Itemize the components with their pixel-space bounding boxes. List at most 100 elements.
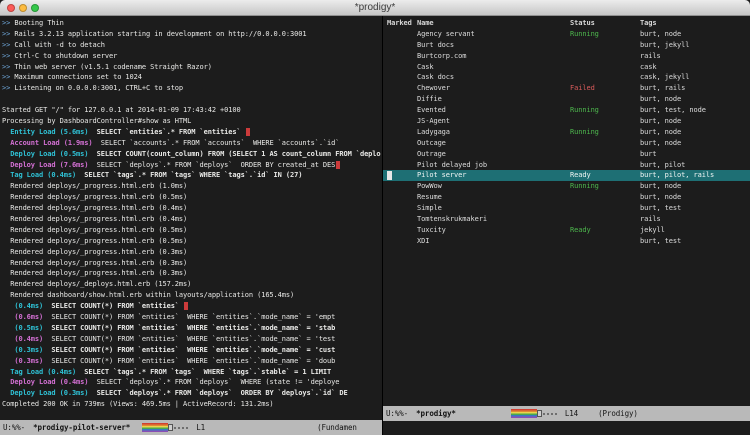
emacs-window: *prodigy* >> Booting Thin>> Rails 3.2.13…: [0, 0, 750, 435]
service-tags: rails: [640, 51, 750, 62]
nyan-track: [174, 427, 188, 429]
service-row[interactable]: Outrageburt: [383, 149, 750, 160]
service-row[interactable]: JS-Agentburt, node: [383, 116, 750, 127]
nyan-cat-icon: [537, 410, 542, 417]
log-line: Rendered deploys/_progress.html.erb (0.5…: [2, 236, 382, 247]
status-badge: [570, 51, 640, 62]
service-row[interactable]: Burt docsburt, jekyll: [383, 40, 750, 51]
log-line: Rendered deploys/_progress.html.erb (0.4…: [2, 214, 382, 225]
log-segment: >>: [2, 63, 10, 71]
nyan-rainbow-icon: [142, 423, 168, 432]
log-segment: (0.4ms): [2, 335, 43, 343]
service-tags: burt, node: [640, 192, 750, 203]
status-badge: Failed: [570, 83, 640, 94]
log-line: Rendered deploys/_progress.html.erb (0.5…: [2, 192, 382, 203]
service-name: Burtcorp.com: [417, 51, 570, 62]
log-segment: Rendered deploys/_progress.html.erb (0.4…: [2, 215, 187, 223]
service-row[interactable]: Agency servantRunningburt, node: [383, 29, 750, 40]
service-name: Pilot server: [417, 170, 570, 181]
minimize-button[interactable]: [19, 4, 27, 12]
header-cell-name[interactable]: Name: [417, 18, 570, 29]
service-name: Simple: [417, 203, 570, 214]
service-row[interactable]: Tomtenskrukmakerirails: [383, 214, 750, 225]
service-row[interactable]: Resume burt, node: [383, 192, 750, 203]
status-badge: [570, 62, 640, 73]
service-row[interactable]: TuxcityReadyjekyll: [383, 225, 750, 236]
cell-marked: [387, 127, 417, 138]
close-button[interactable]: [7, 4, 15, 12]
log-segment: SELECT COUNT(*) FROM `entities` WHERE `e…: [43, 324, 335, 332]
service-row[interactable]: Outcageburt, node: [383, 138, 750, 149]
log-segment: Ctrl-C to shutdown server: [10, 52, 117, 60]
log-segment: SELECT COUNT(*) FROM `entities` WHERE `e…: [43, 357, 335, 365]
log-line: (0.3ms) SELECT COUNT(*) FROM `entities` …: [2, 356, 382, 367]
status-badge: Running: [570, 105, 640, 116]
service-row[interactable]: Cask docscask, jekyll: [383, 72, 750, 83]
service-tags: burt, jekyll: [640, 40, 750, 51]
log-segment: (0.3ms): [2, 346, 43, 354]
status-badge: [570, 160, 640, 171]
log-segment: SELECT COUNT(*) FROM `entities` WHERE `e…: [43, 313, 335, 321]
service-tags: rails: [640, 214, 750, 225]
service-row[interactable]: LadygagaRunningburt, node: [383, 127, 750, 138]
cell-marked: [387, 138, 417, 149]
log-line: >> Maximum connections set to 1024: [2, 72, 382, 83]
status-badge: Running: [570, 127, 640, 138]
header-cell-tags[interactable]: Tags: [640, 18, 750, 29]
cell-marked: [387, 94, 417, 105]
log-segment: SELECT `accounts`.* FROM `accounts` WHER…: [93, 139, 340, 147]
cell-marked: [387, 51, 417, 62]
modeline-flags: U:%%-: [386, 409, 408, 418]
log-line: Rendered deploys/_progress.html.erb (0.3…: [2, 247, 382, 258]
log-segment: >>: [2, 52, 10, 60]
modeline-left[interactable]: U:%%- *prodigy-pilot-server* L1 (Fundame…: [0, 420, 382, 435]
service-row[interactable]: PowWowRunningburt, node: [383, 181, 750, 192]
service-row[interactable]: ChewoverFailedburt, rails: [383, 83, 750, 94]
service-row[interactable]: Simple burt, test: [383, 203, 750, 214]
header-cell-marked[interactable]: Marked: [387, 18, 417, 29]
modeline-right[interactable]: U:%%- *prodigy* L14 (Prodigy): [383, 406, 750, 421]
echo-area: [383, 421, 750, 435]
log-scroll-area[interactable]: >> Booting Thin>> Rails 3.2.13 applicati…: [0, 16, 382, 420]
service-row[interactable]: Diffieburt, node: [383, 94, 750, 105]
ansi-cursor-block: [184, 302, 188, 310]
service-row[interactable]: Caskcask: [383, 62, 750, 73]
zoom-button[interactable]: [31, 4, 39, 12]
modeline-major-mode: (Prodigy): [598, 409, 638, 418]
log-segment: Rendered deploys/_progress.html.erb (1.0…: [2, 182, 187, 190]
service-name: Resume: [417, 192, 570, 203]
service-name: Diffie: [417, 94, 570, 105]
log-segment: SELECT `tags`.* FROM `tags` WHERE `tags`…: [76, 171, 302, 179]
service-row[interactable]: Pilot delayed jobburt, pilot: [383, 160, 750, 171]
log-segment: Thin web server (v1.5.1 codename Straigh…: [10, 63, 212, 71]
log-segment: SELECT COUNT(*) FROM `entities` WHERE `e…: [43, 335, 335, 343]
service-name: Agency servant: [417, 29, 570, 40]
log-segment: Rendered deploys/_progress.html.erb (0.5…: [2, 226, 187, 234]
log-line: (0.6ms) SELECT COUNT(*) FROM `entities` …: [2, 312, 382, 323]
titlebar[interactable]: *prodigy*: [0, 0, 750, 16]
service-row[interactable]: EventedRunningburt, test, node: [383, 105, 750, 116]
service-name: Chewover: [417, 83, 570, 94]
cell-marked: [387, 62, 417, 73]
status-badge: [570, 203, 640, 214]
nyan-track: [543, 413, 557, 415]
log-segment: Tag Load (0.4ms): [2, 368, 76, 376]
service-tags: burt, node: [640, 29, 750, 40]
service-tags: burt: [640, 149, 750, 160]
log-line: Entity Load (5.6ms) SELECT `entities`.* …: [2, 127, 382, 138]
service-row[interactable]: XDIburt, test: [383, 236, 750, 247]
log-segment: >>: [2, 84, 10, 92]
cell-marked: [387, 83, 417, 94]
header-cell-status[interactable]: Status: [570, 18, 640, 29]
service-row[interactable]: Burtcorp.com rails: [383, 51, 750, 62]
log-line: Rendered deploys/_progress.html.erb (1.0…: [2, 181, 382, 192]
service-row[interactable]: Pilot serverReadyburt, pilot, rails: [383, 170, 750, 181]
log-line: Rendered deploys/_progress.html.erb (0.5…: [2, 225, 382, 236]
service-tags: burt, test: [640, 203, 750, 214]
service-tags: burt, rails: [640, 83, 750, 94]
nyan-cat-icon: [168, 424, 173, 431]
log-segment: Rendered dashboard/show.html.erb within …: [2, 291, 294, 299]
log-line: >> Listening on 0.0.0.0:3001, CTRL+C to …: [2, 83, 382, 94]
modeline-line-number: L1: [196, 423, 205, 432]
service-table-header[interactable]: MarkedNameStatusTags: [383, 18, 750, 29]
